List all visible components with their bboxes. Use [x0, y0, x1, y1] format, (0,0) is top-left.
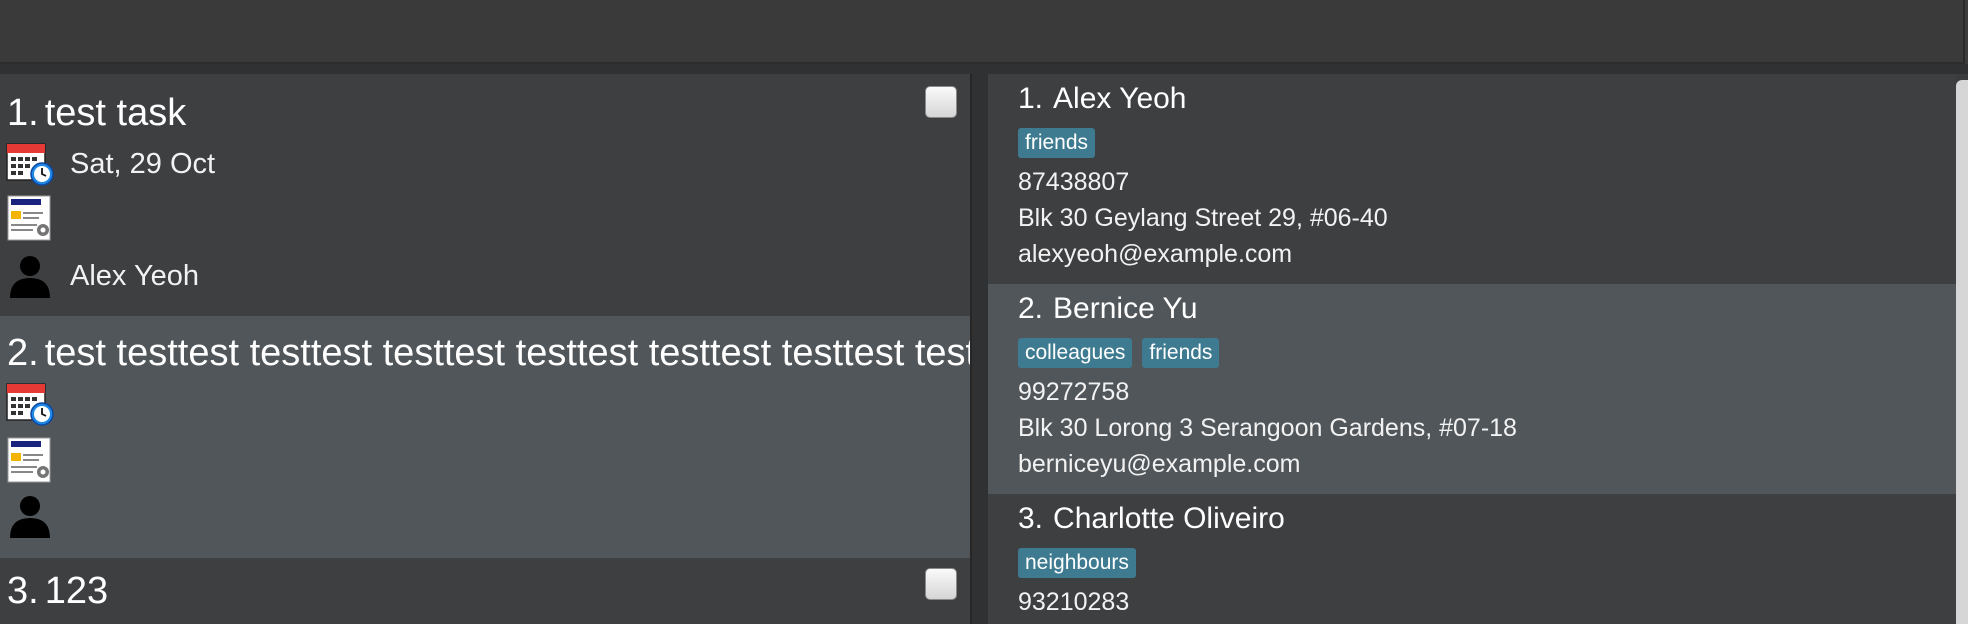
person-phone: 99272758 — [1018, 378, 1130, 406]
top-divider — [1963, 0, 1965, 62]
person-name-text: Alex Yeoh — [1053, 82, 1187, 115]
person-phone: 93210283 — [1018, 588, 1130, 616]
task-date-row: Sat, 29 Oct — [6, 140, 215, 188]
project-document-icon — [7, 195, 51, 241]
person-name: 2. Bernice Yu — [1018, 292, 1198, 326]
panel-divider[interactable] — [970, 74, 988, 624]
person-email: berniceyu@example.com — [1018, 450, 1301, 478]
person-index: 2. — [1018, 292, 1044, 325]
task-index: 3. — [7, 570, 39, 612]
calendar-clock-icon — [6, 383, 54, 426]
person-address: Blk 30 Lorong 3 Serangoon Gardens, #07-1… — [1018, 414, 1517, 442]
person-name: 3. Charlotte Oliveiro — [1018, 502, 1285, 536]
task-index: 2. — [7, 332, 39, 374]
task-title: 2. test testtest testtest testtest testte… — [7, 332, 970, 375]
task-assignee-row: Alex Yeoh — [6, 252, 199, 300]
task-card[interactable]: 1. test task Sat, 29 Oct Alex Yeoh — [0, 74, 970, 316]
person-tags: friends — [1018, 128, 1096, 158]
person-index: 1. — [1018, 82, 1044, 115]
person-index: 3. — [1018, 502, 1044, 535]
tag: friends — [1142, 338, 1220, 368]
person-name-text: Charlotte Oliveiro — [1053, 502, 1285, 535]
tag: colleagues — [1018, 338, 1133, 368]
task-assignee: Alex Yeoh — [70, 259, 200, 292]
task-title: 3. 123 — [7, 570, 108, 613]
task-project-row — [6, 436, 54, 484]
person-address: Blk 30 Geylang Street 29, #06-40 — [1018, 204, 1388, 232]
command-box-area[interactable] — [0, 0, 1965, 64]
person-icon — [10, 256, 50, 298]
person-name: 1. Alex Yeoh — [1018, 82, 1187, 116]
person-email: alexyeoh@example.com — [1018, 240, 1293, 268]
calendar-clock-icon — [6, 143, 54, 186]
person-list-panel[interactable]: 1. Alex Yeoh friends 87438807 Blk 30 Geyl… — [988, 74, 1956, 624]
task-list-panel[interactable]: 1. test task Sat, 29 Oct Alex Yeoh 2. te… — [0, 74, 970, 624]
person-icon — [10, 496, 50, 538]
task-done-checkbox[interactable] — [925, 568, 957, 600]
panel-divider-line — [970, 74, 972, 624]
person-tags: colleagues friends — [1018, 338, 1220, 368]
task-date-row — [6, 380, 70, 428]
task-title-text: test testtest testtest testtest testtest… — [44, 332, 970, 374]
person-card[interactable]: 3. Charlotte Oliveiro neighbours 93210283 — [988, 494, 1956, 624]
tag: neighbours — [1018, 548, 1136, 578]
task-title-text: test task — [44, 92, 187, 134]
task-card[interactable]: 3. 123 — [0, 558, 970, 624]
person-list-scrollbar[interactable] — [1956, 80, 1968, 624]
person-name-text: Bernice Yu — [1053, 292, 1198, 325]
person-phone: 87438807 — [1018, 168, 1130, 196]
task-index: 1. — [7, 92, 39, 134]
person-tags: neighbours — [1018, 548, 1136, 578]
task-date: Sat, 29 Oct — [70, 147, 216, 180]
task-title-text: 123 — [44, 570, 109, 612]
task-card[interactable]: 2. test testtest testtest testtest testte… — [0, 316, 970, 558]
person-card[interactable]: 2. Bernice Yu colleagues friends 99272758… — [988, 284, 1956, 494]
task-assignee-row — [6, 492, 70, 540]
task-done-checkbox[interactable] — [925, 86, 957, 118]
person-card[interactable]: 1. Alex Yeoh friends 87438807 Blk 30 Geyl… — [988, 74, 1956, 284]
tag: friends — [1018, 128, 1096, 158]
panel-gap — [0, 64, 1968, 74]
project-document-icon — [7, 437, 51, 483]
task-title: 1. test task — [7, 92, 186, 135]
task-project-row — [6, 194, 54, 242]
